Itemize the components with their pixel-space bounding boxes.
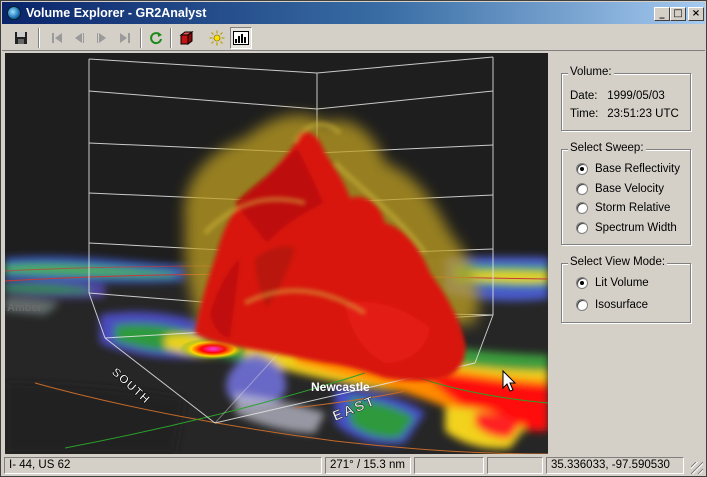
prev-frame-button[interactable] [68,27,90,49]
sweep-option-base-reflectivity[interactable]: Base Reflectivity [576,162,680,176]
status-cell-4 [487,457,543,474]
toolbar-separator [38,28,40,48]
view-mode-group: Select View Mode: Lit Volume Isosurface [561,256,691,323]
sweep-group: Select Sweep: Base Reflectivity Base Vel… [561,142,691,245]
toolbar-separator [140,28,142,48]
time-label: Time: [570,108,599,120]
status-bearing: 271° / 15.3 nm [325,457,411,474]
radio-icon[interactable] [576,222,588,234]
last-frame-button[interactable] [114,27,136,49]
toolbar [2,25,705,51]
view-mode-group-title: Select View Mode: [568,256,668,268]
time-row: Time: 23:51:23 UTC [570,108,679,120]
radio-icon[interactable] [576,277,588,289]
volume-info-group: Volume: Date: 1999/05/03 Time: 23:51:23 … [561,66,691,131]
skip-first-icon [52,33,62,43]
status-cell-3 [414,457,484,474]
sweep-option-label: Base Reflectivity [595,163,681,175]
status-coordinates: 35.336033, -97.590530 [546,457,684,474]
side-panel: Volume: Date: 1999/05/03 Time: 23:51:23 … [551,53,705,454]
radio-icon[interactable] [576,202,588,214]
sweep-option-base-velocity[interactable]: Base Velocity [576,182,664,196]
next-frame-button[interactable] [91,27,113,49]
step-forward-icon [97,33,106,43]
save-icon [15,32,27,44]
sweep-option-label: Spectrum Width [595,222,677,234]
colortable-icon [233,31,249,45]
status-bar: I- 44, US 62 271° / 15.3 nm 35.336033, -… [2,456,705,476]
view-mode-option-lit-volume[interactable]: Lit Volume [576,276,649,290]
maximize-button[interactable]: □ [670,7,686,21]
resize-grip-icon[interactable] [691,462,703,474]
refresh-button[interactable] [145,27,167,49]
date-value: 1999/05/03 [607,90,665,102]
first-frame-button[interactable] [46,27,68,49]
date-label: Date: [570,90,598,102]
cube-view-button[interactable] [176,27,198,49]
sweep-option-storm-relative[interactable]: Storm Relative [576,201,670,215]
time-value: 23:51:23 UTC [607,108,679,120]
radio-icon[interactable] [576,163,588,175]
radio-icon[interactable] [576,183,588,195]
date-row: Date: 1999/05/03 [570,90,665,102]
lighting-button[interactable] [206,27,228,49]
view-mode-option-isosurface[interactable]: Isosurface [576,298,648,312]
step-back-icon [75,33,84,43]
colortable-button[interactable] [230,27,252,49]
sweep-option-label: Base Velocity [595,183,665,195]
volume-explorer-window: Volume Explorer - GR2Analyst _ □ × Newca… [0,0,707,477]
view-mode-option-label: Isosurface [595,299,649,311]
light-icon [209,30,225,46]
volume-render: Newcastle Amber SOUTH EAST [5,56,548,454]
sweep-group-title: Select Sweep: [568,142,646,154]
town-label-amber: Amber [7,302,43,314]
window-title: Volume Explorer - GR2Analyst [26,6,207,20]
refresh-icon [150,32,162,45]
skip-last-icon [120,33,130,43]
view-mode-option-label: Lit Volume [595,277,649,289]
toolbar-separator [170,28,172,48]
app-icon [7,6,21,20]
status-road: I- 44, US 62 [4,457,322,474]
3d-volume-viewport[interactable]: Newcastle Amber SOUTH EAST [5,53,548,454]
volume-group-title: Volume: [568,66,614,78]
title-bar[interactable]: Volume Explorer - GR2Analyst _ □ × [2,2,705,24]
minimize-button[interactable]: _ [654,7,670,21]
cube-icon [179,31,194,45]
save-button[interactable] [10,27,32,49]
sweep-option-spectrum-width[interactable]: Spectrum Width [576,221,677,235]
town-label-newcastle: Newcastle [311,380,370,394]
radio-icon[interactable] [576,299,588,311]
close-button[interactable]: × [688,7,704,21]
sweep-option-label: Storm Relative [595,202,671,214]
